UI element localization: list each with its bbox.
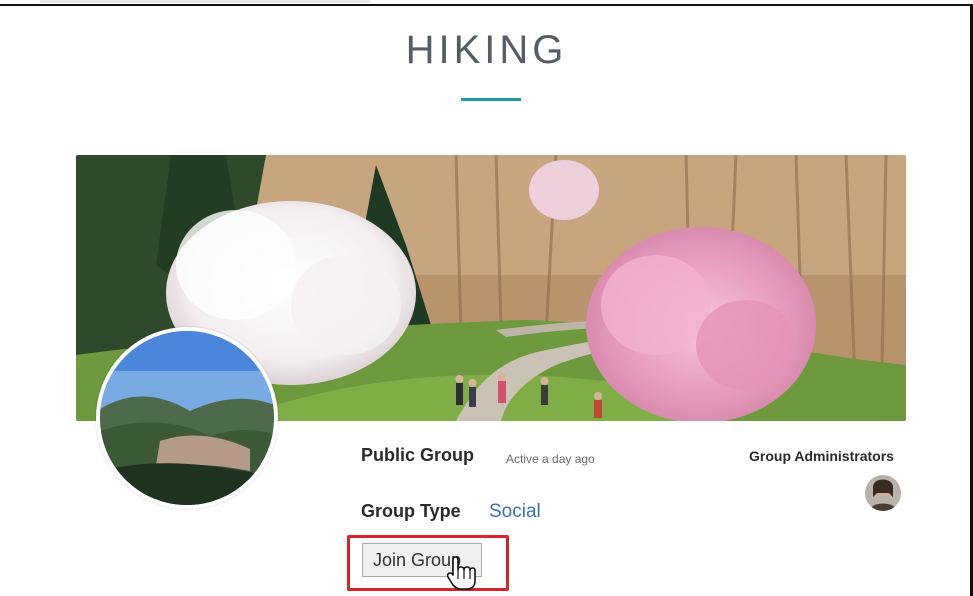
window-edge (40, 0, 370, 3)
admin-avatar[interactable] (865, 475, 901, 511)
page-title: HIKING (405, 28, 568, 72)
group-type-label: Group Type (361, 501, 461, 521)
group-type-link[interactable]: Social (489, 501, 541, 523)
group-admins-label: Group Administrators (749, 448, 894, 464)
group-status: Public Group (361, 445, 475, 465)
frame-border-top (0, 4, 973, 6)
title-underline (461, 98, 521, 101)
group-avatar (96, 327, 278, 509)
hand-pointer-icon (446, 555, 476, 591)
last-active-text: Active a day ago (506, 452, 595, 466)
